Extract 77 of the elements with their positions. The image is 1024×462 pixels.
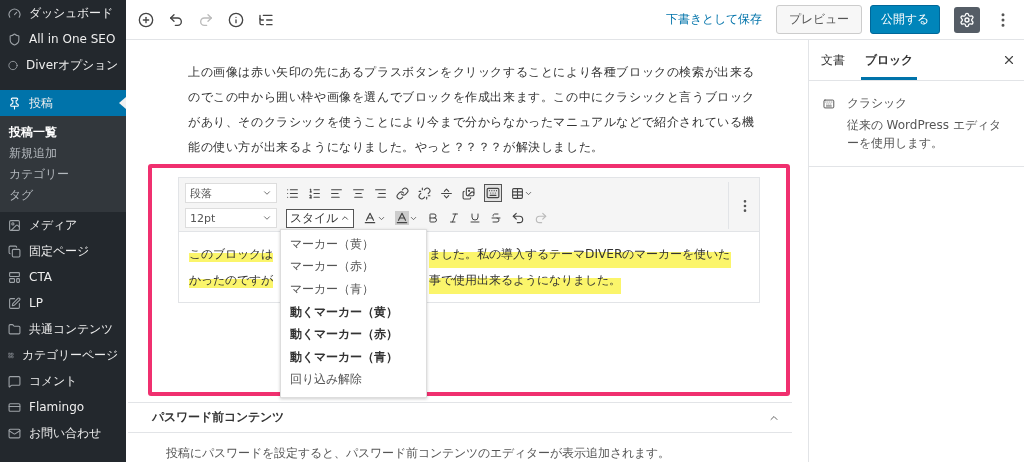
align-right-icon[interactable] bbox=[374, 186, 387, 200]
panel-tab[interactable]: ブロック bbox=[861, 40, 917, 80]
edit-icon bbox=[8, 296, 21, 310]
block-name: クラシック bbox=[846, 95, 908, 112]
sidebar-item[interactable]: Flamingo bbox=[0, 394, 126, 420]
sidebar-item[interactable]: CTA bbox=[0, 264, 126, 290]
unlink-icon[interactable] bbox=[418, 186, 431, 200]
style-menu-item[interactable]: 回り込み解除 bbox=[281, 368, 426, 392]
info-icon[interactable] bbox=[228, 11, 244, 28]
sidebar-item[interactable]: お問い合わせ bbox=[0, 420, 126, 446]
style-menu-item[interactable]: マーカー（赤） bbox=[281, 255, 426, 279]
submenu-item[interactable]: 新規追加 bbox=[0, 143, 126, 164]
submenu-item[interactable]: 投稿一覧 bbox=[0, 122, 126, 143]
media-icon[interactable] bbox=[462, 186, 475, 200]
block-description: 従来の WordPress エディターを使用します。 bbox=[846, 117, 1002, 152]
style-menu-item[interactable]: マーカー（青） bbox=[281, 278, 426, 301]
preview-button[interactable]: プレビュー bbox=[776, 5, 862, 34]
sidebar-item[interactable]: メディア bbox=[0, 212, 126, 238]
font-size-select[interactable]: 12pt bbox=[185, 208, 277, 228]
gear-icon bbox=[959, 11, 975, 28]
sidebar-item[interactable]: All in One SEO bbox=[0, 26, 126, 52]
pin-icon bbox=[8, 96, 21, 110]
italic-icon[interactable] bbox=[448, 212, 460, 224]
settings-button[interactable] bbox=[954, 6, 980, 33]
submenu-item[interactable]: カテゴリー bbox=[0, 164, 126, 185]
card-icon bbox=[8, 400, 21, 414]
sidebar-item[interactable]: 投稿 bbox=[0, 90, 126, 116]
section-text: 投稿にパスワードを設定すると、パスワード前コンテンツのエディターが表示追加されます。 bbox=[166, 445, 671, 462]
pages-icon bbox=[8, 244, 21, 258]
save-draft-link[interactable]: 下書きとして保存 bbox=[666, 11, 762, 28]
caret-icon bbox=[262, 213, 272, 223]
sidebar-item[interactable]: ダッシュボード bbox=[0, 0, 126, 26]
background-color-icon[interactable] bbox=[395, 211, 418, 225]
link-icon[interactable] bbox=[396, 186, 409, 200]
sidebar-item[interactable]: LP bbox=[0, 290, 126, 316]
style-menu-item[interactable]: 動くマーカー（青） bbox=[281, 345, 426, 369]
caret-icon bbox=[262, 188, 272, 198]
publish-button[interactable]: 公開する bbox=[870, 5, 940, 34]
sidebar-item[interactable]: カテゴリーページ bbox=[0, 342, 126, 368]
style-menu-item[interactable]: マーカー（黄） bbox=[281, 233, 426, 256]
comment-icon bbox=[8, 374, 21, 388]
bullet-list-icon[interactable] bbox=[286, 186, 299, 200]
style-dropdown[interactable]: スタイル bbox=[286, 208, 354, 228]
media-icon bbox=[8, 218, 21, 232]
section-header[interactable]: パスワード前コンテンツ bbox=[128, 402, 792, 433]
shield-icon bbox=[8, 32, 21, 46]
panel-tab[interactable]: 文書 bbox=[817, 40, 849, 80]
intro-paragraph: 上の画像は赤い矢印の先にあるプラスボタンをクリックすることにより各種ブロックの検索が出来るのでこの中から囲い枠や画像を選んでブロックを作成出来ます。この中にクラシックと言うブロックがあり、そのクラシックを使うことにより今まで分からなかったマニュアルなどで紹介されている機能の使い方が出来るようになりました。やっと？？？？が解決しました。 bbox=[188, 64, 756, 156]
text-color-icon[interactable] bbox=[363, 211, 386, 225]
numbered-list-icon[interactable] bbox=[308, 186, 321, 200]
underline-icon[interactable] bbox=[469, 212, 481, 224]
bold-icon[interactable] bbox=[427, 212, 439, 224]
style-menu-item[interactable]: 動くマーカー（黄） bbox=[281, 300, 426, 324]
sidebar-item[interactable]: コメント bbox=[0, 368, 126, 394]
caret-icon bbox=[340, 213, 350, 223]
sidebar-item[interactable]: Diverオプション bbox=[0, 52, 126, 78]
section-title: パスワード前コンテンツ bbox=[152, 410, 284, 426]
align-left-icon[interactable] bbox=[330, 186, 343, 200]
add-block-icon[interactable] bbox=[138, 11, 154, 28]
strikethrough-icon[interactable] bbox=[490, 212, 502, 224]
close-icon[interactable] bbox=[1002, 53, 1016, 67]
mail-icon bbox=[8, 426, 21, 440]
style-menu-item[interactable]: 動くマーカー（赤） bbox=[281, 323, 426, 346]
gauge-icon bbox=[8, 6, 21, 20]
table-icon[interactable] bbox=[511, 186, 533, 200]
keyboard-toggle-icon[interactable] bbox=[484, 184, 502, 202]
undo-icon[interactable] bbox=[168, 11, 184, 28]
sidebar-item[interactable]: 共通コンテンツ bbox=[0, 316, 126, 342]
format-select[interactable]: 段落 bbox=[185, 183, 277, 203]
layout-icon bbox=[8, 270, 21, 284]
folder-icon bbox=[8, 322, 21, 336]
undo-icon[interactable] bbox=[511, 211, 525, 225]
current-indicator bbox=[119, 97, 126, 109]
sidebar-item[interactable]: 固定ページ bbox=[0, 238, 126, 264]
align-center-icon[interactable] bbox=[352, 186, 365, 200]
submenu-item[interactable]: タグ bbox=[0, 185, 126, 206]
separator-icon[interactable] bbox=[440, 186, 453, 200]
